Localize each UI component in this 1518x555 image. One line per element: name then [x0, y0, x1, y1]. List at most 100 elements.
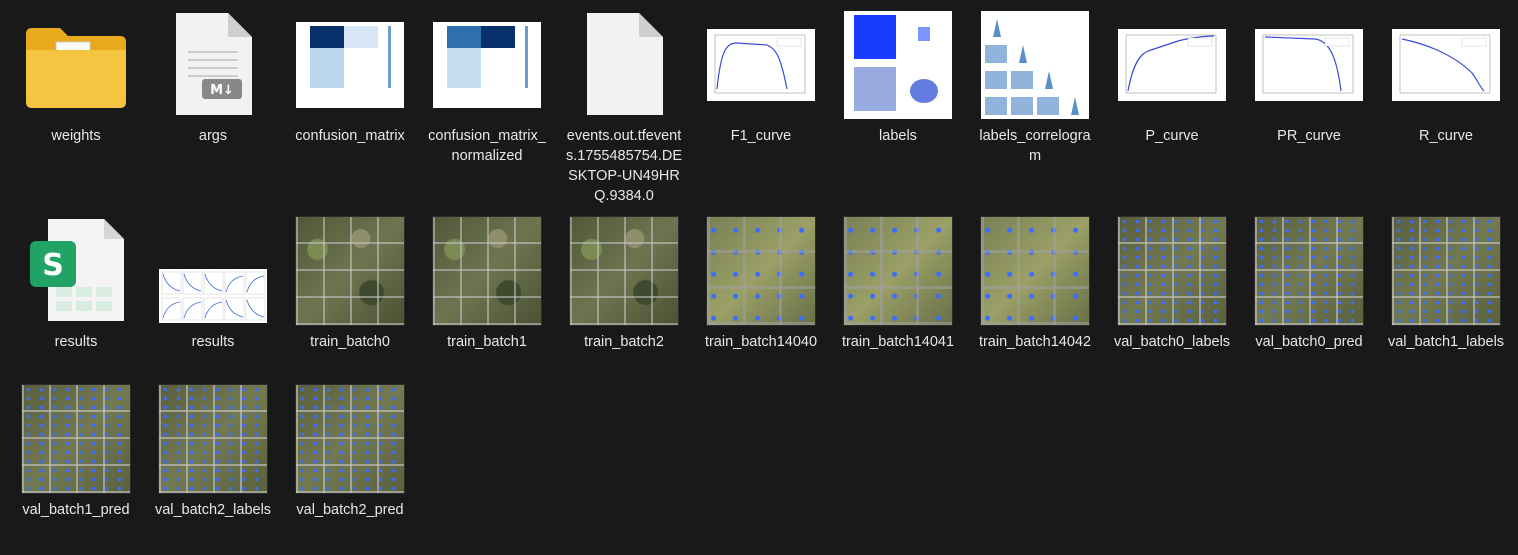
colorbar: [525, 26, 528, 88]
results-subplot-line: [225, 299, 244, 318]
matrix-cell: [481, 26, 515, 48]
file-item[interactable]: val_batch1_pred: [11, 384, 141, 520]
colorbar: [388, 26, 391, 88]
file-name-label: F1_curve: [730, 128, 792, 144]
labels-box-cluster: [918, 27, 930, 41]
thumbnail: M↓: [158, 10, 268, 120]
file-item[interactable]: val_batch0_pred: [1244, 216, 1374, 352]
file-item[interactable]: val_batch1_labels: [1381, 216, 1511, 352]
f1-plot-image: [707, 29, 815, 101]
file-item[interactable]: weights: [11, 10, 141, 146]
file-item[interactable]: train_batch14041: [833, 216, 963, 352]
results-subplot-line: [225, 275, 244, 293]
thumbnail: [1391, 10, 1501, 120]
r-plot-image: [1392, 29, 1500, 101]
matrix-cell: [310, 48, 344, 88]
results-plot-image: [159, 269, 267, 323]
thumbnail: [569, 216, 679, 326]
scatter-panel: [985, 71, 1007, 89]
image-preview: [433, 217, 541, 325]
file-item[interactable]: train_batch0: [285, 216, 415, 352]
legend-box: [776, 37, 802, 47]
legend-box: [1461, 37, 1487, 47]
thumbnail: [295, 384, 405, 494]
file-item[interactable]: events.out.tfevents.1755485754.DESKTOP-U…: [559, 10, 689, 206]
file-name-label: train_batch0: [310, 334, 390, 350]
labels-bar: [854, 15, 896, 59]
confusion-matrix-chart-icon: [433, 22, 541, 108]
file-item[interactable]: R_curve: [1381, 10, 1511, 146]
thumbnail: [158, 384, 268, 494]
file-name-label: confusion_matrix: [295, 128, 405, 144]
results-subplot-line: [162, 273, 181, 292]
thumbnail: [21, 384, 131, 494]
file-item[interactable]: train_batch14040: [696, 216, 826, 352]
file-item[interactable]: labels: [833, 10, 963, 146]
p-chart-icon: [1125, 34, 1217, 94]
sheet-letter: S: [42, 248, 64, 283]
thumbnail: [1117, 10, 1227, 120]
confusion-matrix-chart-icon: [296, 22, 404, 108]
image-preview: [1255, 217, 1363, 325]
thumbnail: [21, 10, 131, 120]
thumbnail: [980, 10, 1090, 120]
file-name-label: weights: [51, 128, 101, 144]
file-name-label: val_batch1_labels: [1387, 334, 1505, 350]
file-item[interactable]: results: [148, 216, 278, 352]
scatter-panel: [985, 97, 1007, 115]
thumbnail: [706, 216, 816, 326]
file-item[interactable]: labels_correlogram: [970, 10, 1100, 166]
image-preview: [570, 217, 678, 325]
file-name-label: train_batch2: [584, 334, 664, 350]
file-name-label: val_batch2_pred: [296, 502, 404, 518]
thumbnail: [1391, 216, 1501, 326]
file-name-label: labels_correlogram: [979, 128, 1091, 164]
matrix-cell: [481, 48, 515, 88]
file-item[interactable]: confusion_matrix_normalized: [422, 10, 552, 166]
image-preview: [707, 217, 815, 325]
image-preview: [981, 217, 1089, 325]
matrix-cell: [310, 26, 344, 48]
file-name-label: args: [198, 128, 228, 144]
f1-chart-icon: [714, 34, 806, 94]
thumbnail: [432, 216, 542, 326]
thumbnail: [569, 10, 679, 120]
scatter-panel: [1011, 71, 1033, 89]
file-name-label: R_curve: [1419, 128, 1473, 144]
file-item[interactable]: M↓ args: [148, 10, 278, 146]
file-item[interactable]: train_batch14042: [970, 216, 1100, 352]
thumbnail: [706, 10, 816, 120]
markdown-badge: M↓: [210, 83, 234, 98]
histogram-panel: [985, 19, 1007, 37]
file-item[interactable]: PR_curve: [1244, 10, 1374, 146]
file-item[interactable]: F1_curve: [696, 10, 826, 146]
file-name-label: P_curve: [1145, 128, 1199, 144]
matrix-cell: [447, 26, 481, 48]
file-name-label: train_batch14042: [978, 334, 1092, 350]
correlogram-plot-image: [981, 11, 1089, 119]
thumbnail: [432, 10, 542, 120]
image-preview: [296, 385, 404, 493]
file-item[interactable]: train_batch1: [422, 216, 552, 352]
histogram-panel: [1011, 45, 1033, 63]
legend-box: [1187, 37, 1213, 47]
file-item[interactable]: confusion_matrix: [285, 10, 415, 146]
file-name-label: val_batch0_pred: [1255, 334, 1363, 350]
file-item[interactable]: val_batch2_pred: [285, 384, 415, 520]
file-item[interactable]: train_batch2: [559, 216, 689, 352]
file-item[interactable]: P_curve: [1107, 10, 1237, 146]
image-preview: [22, 385, 130, 493]
thumbnail: [843, 10, 953, 120]
file-name-label: PR_curve: [1277, 128, 1341, 144]
results-subplot-line: [183, 301, 202, 319]
file-item[interactable]: val_batch0_labels: [1107, 216, 1237, 352]
image-preview: [1118, 217, 1226, 325]
folder-icon: [26, 28, 126, 108]
markdown-file-icon: M↓: [176, 13, 252, 115]
p-plot-image: [1118, 29, 1226, 101]
thumbnail: [1117, 216, 1227, 326]
file-item[interactable]: Sresults: [11, 216, 141, 352]
file-name-label: results: [54, 334, 98, 350]
file-item[interactable]: val_batch2_labels: [148, 384, 278, 520]
spreadsheet-file-icon: S: [30, 219, 124, 321]
